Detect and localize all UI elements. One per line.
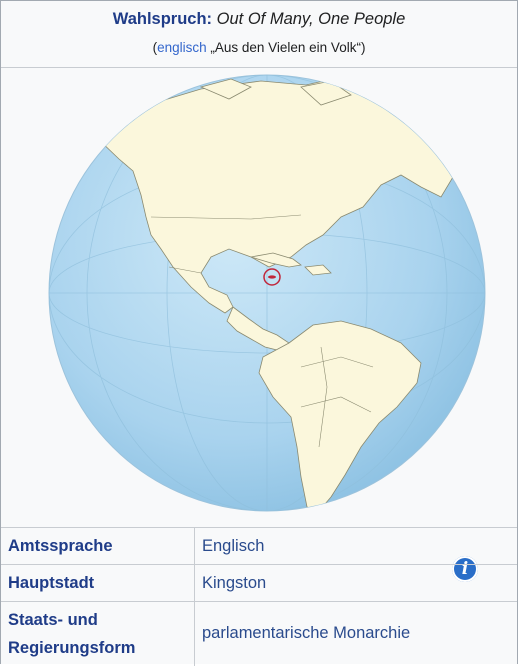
translation-text: „Aus den Vielen ein Volk“) [206,40,366,55]
row-value: Kingston [194,564,517,602]
row-value-text[interactable]: parlamentarische Monarchie [202,624,410,642]
row-key-line2[interactable]: Regierungsform [8,639,135,657]
table-row: Hauptstadt Kingston [1,564,517,602]
globe-map [48,74,486,512]
motto-line: Wahlspruch: Out Of Many, One People [1,10,517,29]
infobox: Wahlspruch: Out Of Many, One People (eng… [0,0,518,666]
motto-translation: (englisch „Aus den Vielen ein Volk“) [1,40,517,55]
locator-map[interactable]: i [1,67,517,582]
row-key-line1[interactable]: Staats- und [8,611,98,629]
table-row: Amtssprache Englisch [1,527,517,565]
motto-text: Out Of Many, One People [216,10,406,28]
row-key[interactable]: Staats- und Regierungsform [1,601,195,666]
language-link[interactable]: englisch [157,40,207,55]
row-value: Englisch [194,527,517,565]
row-key[interactable]: Amtssprache [1,527,195,565]
motto-label[interactable]: Wahlspruch: [113,10,212,28]
row-value-text[interactable]: Englisch [202,537,264,555]
info-table: Amtssprache Englisch Hauptstadt Kingston… [1,527,517,666]
row-key[interactable]: Hauptstadt [1,564,195,602]
row-value: parlamentarische Monarchie [194,601,517,666]
table-row: Staats- und Regierungsform parlamentarisc… [1,601,517,666]
row-value-text[interactable]: Kingston [202,574,266,592]
motto-section: Wahlspruch: Out Of Many, One People (eng… [1,1,517,67]
